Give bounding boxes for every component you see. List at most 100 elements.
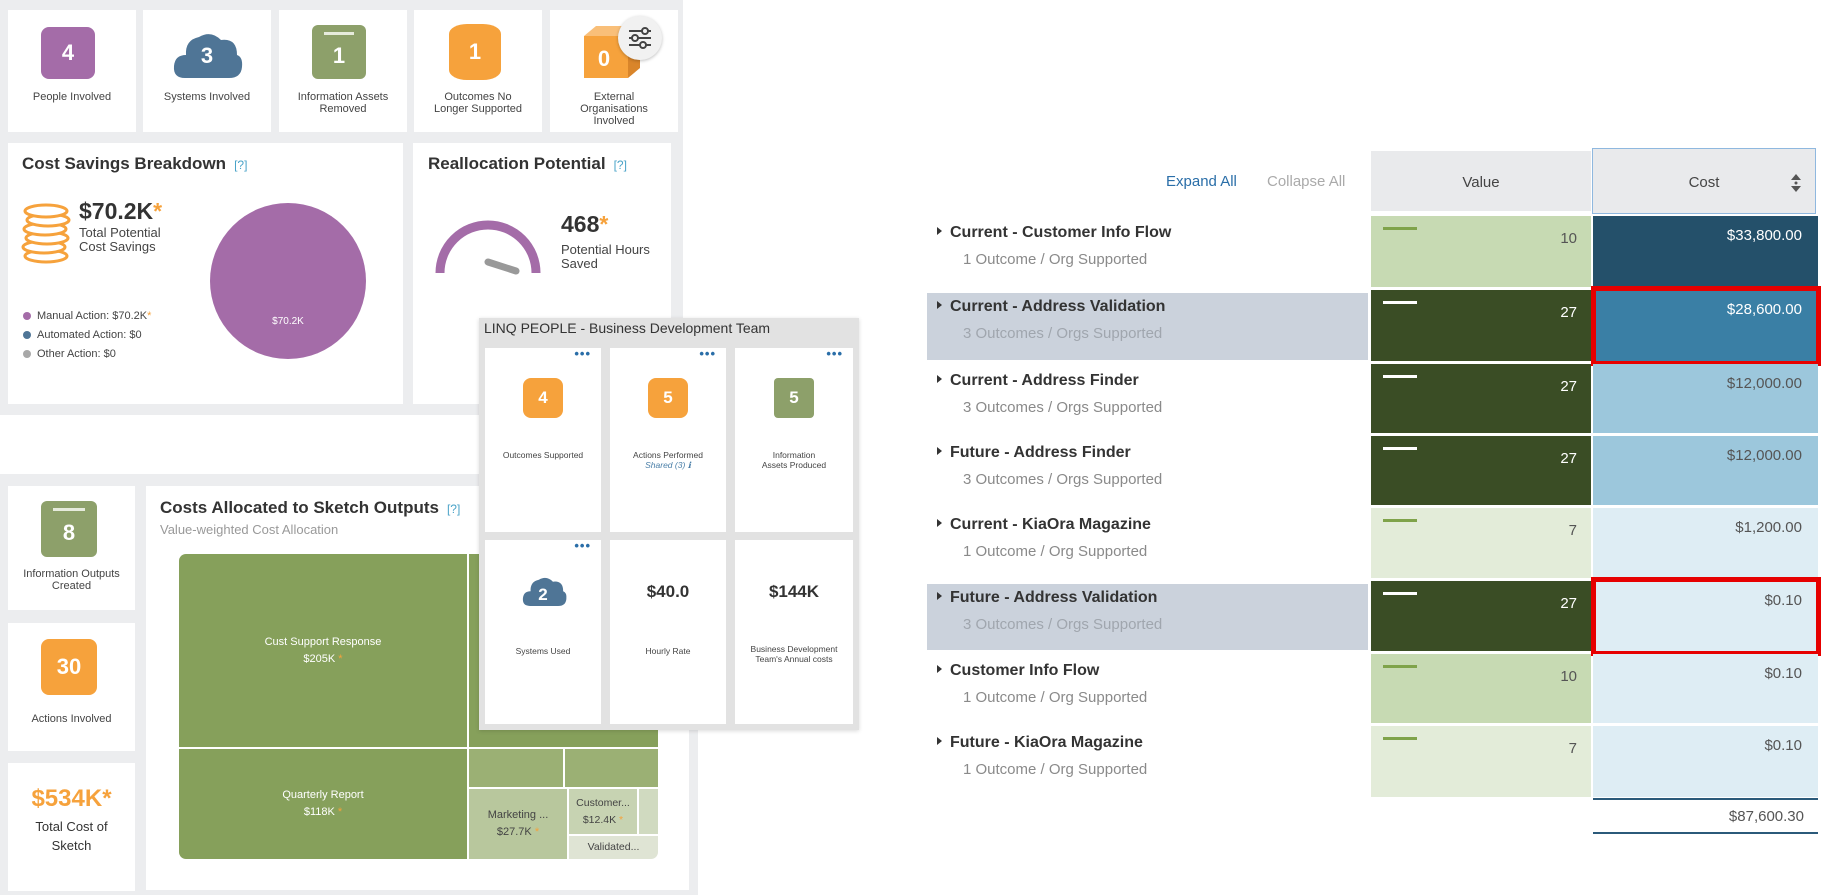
expand-caret-icon[interactable] — [937, 301, 942, 309]
cost-column-header[interactable]: Cost — [1592, 148, 1816, 214]
card-label: Actions Performed — [633, 450, 703, 460]
table-row[interactable]: Current - Address Finder 3 Outcomes / Or… — [927, 364, 1368, 434]
cost-header-label: Cost — [1688, 174, 1720, 191]
cost-cell[interactable]: $33,800.00 — [1593, 216, 1818, 287]
treemap-tile[interactable] — [469, 749, 563, 787]
total-divider — [1593, 798, 1818, 801]
value-cell[interactable]: 27 — [1371, 581, 1591, 651]
table-row[interactable]: Customer Info Flow 1 Outcome / Org Suppo… — [927, 654, 1368, 724]
row-title[interactable]: Customer Info Flow — [937, 662, 1099, 680]
people-card-actions[interactable]: ••• 5 Actions Performed Shared (3) ℹ — [610, 346, 726, 532]
treemap-tile[interactable]: Validated... — [569, 836, 658, 859]
treemap-tile[interactable]: Cust Support Response $205K * — [179, 554, 467, 747]
value-cell[interactable]: 7 — [1371, 508, 1591, 578]
row-title[interactable]: Current - KiaOra Magazine — [937, 516, 1151, 534]
value-bar — [1383, 737, 1417, 740]
sort-icon[interactable] — [1790, 173, 1802, 193]
people-card-hourly-rate[interactable]: $40.0 Hourly Rate — [610, 540, 726, 724]
kpi-label: External Organisations Involved — [580, 91, 648, 127]
table-row[interactable]: Future - Address Validation 3 Outcomes /… — [927, 581, 1368, 652]
kpi-information-outputs-created[interactable]: 8 Information Outputs Created — [8, 486, 135, 610]
cost-number: $12,000.00 — [1726, 447, 1802, 464]
table-row[interactable]: Future - Address Finder 3 Outcomes / Org… — [927, 436, 1368, 506]
people-card-annual-costs[interactable]: $144K Business Development Team's Annual… — [735, 540, 853, 724]
expand-caret-icon[interactable] — [937, 227, 942, 235]
people-card-info-assets[interactable]: ••• 5 Information Assets Produced — [735, 346, 853, 532]
cost-cell[interactable]: $1,200.00 — [1593, 508, 1818, 578]
row-subtitle: 1 Outcome / Org Supported — [963, 761, 1148, 778]
more-icon[interactable]: ••• — [699, 346, 716, 361]
cost-cell[interactable]: $0.10 — [1593, 726, 1818, 797]
cost-cell[interactable]: $0.10 — [1593, 654, 1818, 723]
actions-badge: 30 — [41, 639, 97, 695]
expand-caret-icon[interactable] — [937, 375, 942, 383]
row-subtitle: 3 Outcomes / Orgs Supported — [963, 325, 1163, 342]
value-cell[interactable]: 7 — [1371, 726, 1591, 797]
expand-caret-icon[interactable] — [937, 592, 942, 600]
costs-allocated-subtitle: Value-weighted Cost Allocation — [160, 522, 339, 537]
treemap-tile[interactable] — [639, 789, 658, 834]
row-title[interactable]: Future - KiaOra Magazine — [937, 734, 1143, 752]
cost-cell[interactable]: $12,000.00 — [1593, 436, 1818, 505]
table-row[interactable]: Future - KiaOra Magazine 1 Outcome / Org… — [927, 726, 1368, 798]
kpi-external-organisations[interactable]: 0 External Organisations Involved — [550, 10, 678, 132]
help-link[interactable]: [?] — [234, 158, 247, 172]
row-title[interactable]: Future - Address Validation — [937, 589, 1157, 607]
value-cell[interactable]: 27 — [1371, 364, 1591, 433]
kpi-people-involved[interactable]: 4 People Involved — [8, 10, 136, 132]
collapse-all-link[interactable]: Collapse All — [1267, 173, 1345, 190]
value-cell[interactable]: 10 — [1371, 654, 1591, 723]
more-icon[interactable]: ••• — [826, 346, 843, 361]
treemap-tile[interactable] — [565, 749, 658, 787]
expand-caret-icon[interactable] — [937, 519, 942, 527]
people-card-systems[interactable]: ••• 2 Systems Used — [485, 538, 601, 724]
kpi-information-assets-removed[interactable]: 1 Information Assets Removed — [279, 10, 407, 132]
table-row[interactable]: Current - Customer Info Flow 1 Outcome /… — [927, 216, 1368, 288]
shared-link[interactable]: Shared (3) ℹ — [614, 460, 722, 470]
legend-automated-action: Automated Action: $0 — [23, 329, 142, 341]
value-cell[interactable]: 10 — [1371, 216, 1591, 287]
expand-caret-icon[interactable] — [937, 737, 942, 745]
value-column-header[interactable]: Value — [1371, 151, 1591, 213]
total-savings-amount: $70.2K* — [79, 198, 163, 224]
value-number: 7 — [1568, 740, 1577, 757]
kpi-systems-involved[interactable]: 3 Systems Involved — [143, 10, 271, 132]
card-value: $40.0 — [646, 582, 690, 601]
row-title[interactable]: Current - Customer Info Flow — [937, 224, 1171, 242]
more-icon[interactable]: ••• — [574, 538, 591, 553]
total-cost-card[interactable]: $534K* Total Cost of Sketch — [8, 763, 135, 891]
row-title[interactable]: Current - Address Validation — [937, 298, 1165, 316]
people-badge: 4 — [41, 27, 95, 79]
value-cell[interactable]: 27 — [1371, 436, 1591, 505]
row-title[interactable]: Future - Address Finder — [937, 444, 1131, 462]
savings-pie[interactable] — [210, 203, 366, 359]
table-row[interactable]: Current - KiaOra Magazine 1 Outcome / Or… — [927, 508, 1368, 579]
value-bar — [1383, 665, 1417, 668]
treemap-tile[interactable]: Marketing ... $27.7K * — [469, 789, 567, 859]
expand-all-link[interactable]: Expand All — [1166, 173, 1237, 190]
filter-settings-button[interactable] — [618, 16, 662, 60]
people-card-outcomes[interactable]: ••• 4 Outcomes Supported — [485, 346, 601, 532]
more-icon[interactable]: ••• — [574, 346, 591, 361]
kpi-actions-involved[interactable]: 30 Actions Involved — [8, 623, 135, 751]
value-cell[interactable]: 27 — [1371, 290, 1591, 361]
people-popup[interactable]: LINQ PEOPLE - Business Development Team … — [479, 318, 859, 730]
table-row[interactable]: Current - Address Validation 3 Outcomes … — [927, 290, 1368, 362]
treemap-tile[interactable]: Quarterly Report $118K * — [179, 749, 467, 859]
expand-caret-icon[interactable] — [937, 665, 942, 673]
card-label: Information Assets Produced — [761, 450, 827, 470]
treemap-tile[interactable]: Customer... $12.4K * — [569, 789, 637, 834]
row-title[interactable]: Current - Address Finder — [937, 372, 1139, 390]
cost-cell[interactable]: $12,000.00 — [1593, 364, 1818, 433]
kpi-label: Outcomes No Longer Supported — [433, 91, 523, 115]
help-link[interactable]: [?] — [447, 502, 460, 516]
cost-savings-card: Cost Savings Breakdown [?] $70.2K* Total … — [8, 143, 403, 404]
value-bar — [1383, 447, 1417, 450]
legend-other-action: Other Action: $0 — [23, 348, 116, 360]
total-cost-label: Total Cost of Sketch — [35, 819, 108, 853]
kpi-outcomes-no-longer-supported[interactable]: 1 Outcomes No Longer Supported — [414, 10, 542, 132]
value-bar — [1383, 519, 1417, 522]
count-badge: 5 — [774, 378, 814, 418]
help-link[interactable]: [?] — [614, 158, 627, 172]
expand-caret-icon[interactable] — [937, 447, 942, 455]
